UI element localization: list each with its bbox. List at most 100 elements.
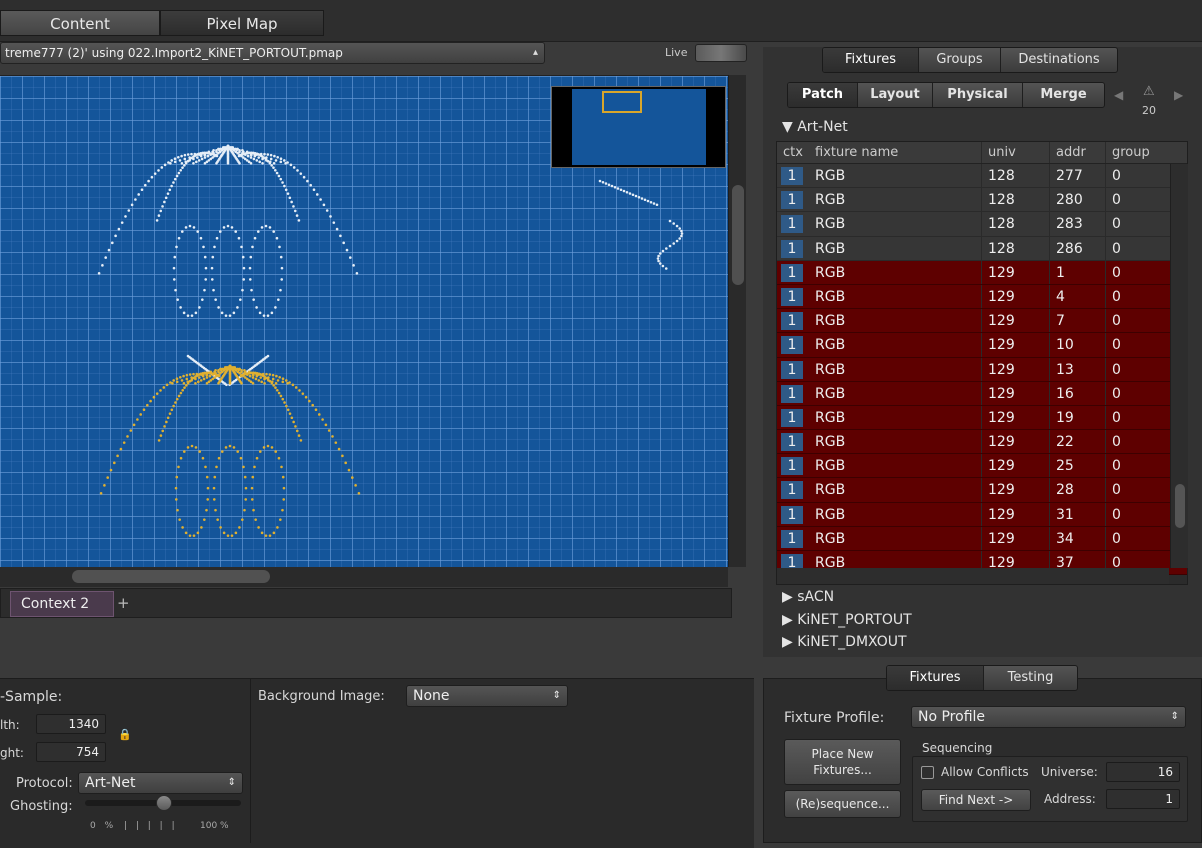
protocol-select[interactable]: Art-Net ⇕ — [78, 772, 243, 794]
live-toggle[interactable] — [695, 44, 747, 62]
table-horizontal-scrollbar[interactable] — [777, 568, 1169, 584]
table-row[interactable]: 1 RGB 129 22 0 — [777, 430, 1187, 455]
next-arrow-icon[interactable]: ▶ — [1174, 88, 1183, 102]
scroll-thumb[interactable] — [72, 570, 270, 583]
height-field[interactable]: 754 — [36, 742, 106, 762]
column-header-addr[interactable]: addr — [1049, 142, 1105, 163]
tree-artnet[interactable]: ▼ Art-Net — [782, 119, 848, 135]
table-vertical-scrollbar[interactable] — [1170, 164, 1188, 568]
table-row[interactable]: 1 RGB 128 280 0 — [777, 188, 1187, 213]
tab-patch[interactable]: Patch — [788, 83, 858, 107]
tab-destinations[interactable]: Destinations — [1001, 48, 1117, 72]
cell-univ: 129 — [981, 405, 1049, 430]
tree-kinet-portout[interactable]: ▶ KiNET_PORTOUT — [782, 612, 912, 628]
fixture-dot — [172, 379, 175, 382]
find-next-button[interactable]: Find Next -> — [921, 789, 1031, 811]
cell-fixture-name: RGB — [815, 530, 846, 547]
table-row[interactable]: 1 RGB 129 19 0 — [777, 405, 1187, 431]
fixture-dot — [622, 189, 626, 193]
fixture-dot — [246, 154, 250, 158]
ctx-badge: 1 — [781, 457, 803, 476]
fixture-dot — [198, 450, 202, 453]
fixture-dot — [325, 209, 329, 212]
width-field[interactable]: 1340 — [36, 714, 106, 734]
table-row[interactable]: 1 RGB 129 31 0 — [777, 502, 1187, 527]
tab-pixel-map[interactable]: Pixel Map — [160, 10, 324, 36]
table-row[interactable]: 1 RGB 129 34 0 — [777, 526, 1187, 551]
warning-icon[interactable]: ⚠ — [1143, 84, 1155, 99]
tab-context-2[interactable]: Context 2 — [10, 591, 114, 617]
table-row[interactable]: 1 RGB 129 28 0 — [777, 478, 1187, 503]
fixture-dot — [168, 412, 172, 415]
scroll-thumb[interactable] — [1175, 484, 1185, 528]
prev-arrow-icon[interactable]: ◀ — [1114, 88, 1123, 102]
canvas-minimap[interactable] — [551, 86, 726, 168]
fixture-dot — [342, 241, 346, 245]
fixture-dot — [288, 196, 292, 200]
aspect-lock-icon[interactable]: 🔒 — [118, 728, 134, 746]
fixture-dot — [137, 193, 140, 196]
table-row[interactable]: 1 RGB 129 1 0 — [777, 260, 1187, 285]
canvas-vertical-scrollbar[interactable] — [728, 75, 746, 567]
cell-group: 0 — [1105, 357, 1165, 381]
tab-fixtures[interactable]: Fixtures — [823, 48, 919, 72]
table-row[interactable]: 1 RGB 129 13 0 — [777, 357, 1187, 382]
fixture-dot — [177, 236, 181, 240]
table-row[interactable]: 1 RGB 129 16 0 — [777, 381, 1187, 406]
fixture-dot — [631, 193, 635, 197]
tree-sacn[interactable]: ▶ sACN — [782, 589, 834, 605]
fixture-dot — [680, 229, 683, 233]
canvas-horizontal-scrollbar[interactable] — [0, 567, 728, 587]
fixture-dot — [243, 508, 246, 512]
fixture-dot — [182, 381, 186, 385]
table-row[interactable]: 1 RGB 128 286 0 — [777, 236, 1187, 261]
column-header-ctx[interactable]: ctx — [777, 142, 809, 163]
fixture-dot — [205, 381, 209, 385]
column-header-group[interactable]: group — [1105, 142, 1165, 163]
minimap-selection[interactable] — [602, 91, 642, 113]
fixture-dot — [280, 278, 284, 281]
tab-groups[interactable]: Groups — [919, 48, 1001, 72]
address-field[interactable]: 1 — [1106, 789, 1180, 809]
table-row[interactable]: 1 RGB 128 283 0 — [777, 212, 1187, 237]
background-image-select[interactable]: None ⇕ — [406, 685, 568, 707]
column-header-univ[interactable]: univ — [981, 142, 1049, 163]
table-row[interactable]: 1 RGB 129 10 0 — [777, 333, 1187, 358]
table-row[interactable]: 1 RGB 129 7 0 — [777, 309, 1187, 334]
fixture-dot — [159, 389, 162, 392]
cell-fixture-name: RGB — [815, 409, 846, 426]
fixture-dot — [169, 161, 172, 165]
column-header-fixture-name[interactable]: fixture name — [809, 142, 981, 163]
pixel-map-file-select[interactable]: treme777 (2)' using 022.Import2_KiNET_PO… — [0, 42, 545, 64]
fixture-dot — [311, 403, 315, 407]
fixture-dot — [249, 161, 253, 165]
fixture-dot — [258, 311, 262, 315]
cell-univ: 129 — [981, 260, 1049, 284]
fixture-profile-select[interactable]: No Profile ⇕ — [911, 706, 1186, 728]
place-new-fixtures-button[interactable]: Place New Fixtures... — [784, 739, 901, 785]
cell-group: 0 — [1105, 236, 1165, 260]
tree-kinet-dmxout[interactable]: ▶ KiNET_DMXOUT — [782, 634, 907, 650]
tab-merge[interactable]: Merge — [1023, 83, 1104, 107]
allow-conflicts-checkbox[interactable] — [921, 766, 934, 779]
table-row[interactable]: 1 RGB 129 4 0 — [777, 284, 1187, 310]
fixture-dot — [625, 190, 629, 194]
scroll-thumb[interactable] — [732, 185, 744, 285]
universe-field[interactable]: 16 — [1106, 762, 1180, 782]
add-context-icon[interactable]: + — [117, 594, 133, 612]
ghosting-slider-knob[interactable] — [156, 795, 172, 811]
table-row[interactable]: 1 RGB 129 25 0 — [777, 454, 1187, 479]
tab-testing[interactable]: Testing — [984, 666, 1077, 690]
tab-physical[interactable]: Physical — [933, 83, 1023, 107]
fixture-dot — [245, 150, 249, 154]
resequence-button[interactable]: (Re)sequence... — [784, 790, 901, 818]
tab-layout[interactable]: Layout — [858, 83, 933, 107]
fixture-dot — [288, 412, 292, 415]
table-row[interactable]: 1 RGB 128 277 0 — [777, 164, 1187, 189]
tab-content[interactable]: Content — [0, 10, 160, 36]
fixture-sub-tabs: Patch Layout Physical Merge — [787, 82, 1105, 108]
fixture-dot — [247, 370, 251, 374]
fixture-dot — [262, 446, 266, 449]
fixture-dot — [254, 377, 258, 381]
tab-fixtures-tools[interactable]: Fixtures — [887, 666, 984, 690]
